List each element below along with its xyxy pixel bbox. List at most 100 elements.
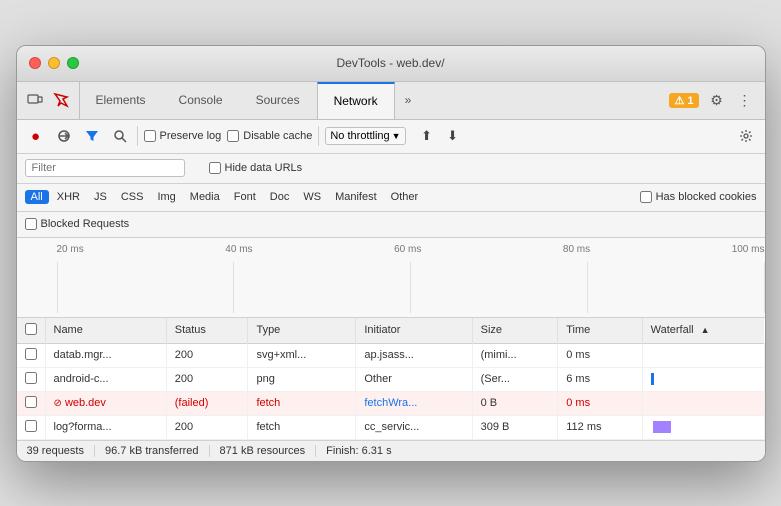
col-waterfall[interactable]: Waterfall ▲ bbox=[642, 318, 764, 344]
row-name: log?forma... bbox=[45, 415, 166, 439]
row-type: svg+xml... bbox=[248, 343, 356, 367]
disable-cache-input[interactable] bbox=[227, 130, 239, 142]
network-table: Name Status Type Initiator Size Time Wat… bbox=[17, 318, 765, 440]
close-button[interactable] bbox=[29, 57, 41, 69]
row-initiator: cc_servic... bbox=[356, 415, 472, 439]
window-title: DevTools - web.dev/ bbox=[336, 56, 444, 70]
row-checkbox bbox=[17, 343, 46, 367]
filter-css[interactable]: CSS bbox=[115, 190, 150, 204]
row-type: fetch bbox=[248, 415, 356, 439]
error-icon: ⊘ bbox=[54, 398, 62, 409]
network-settings-icon[interactable] bbox=[735, 125, 757, 147]
status-resources: 871 kB resources bbox=[210, 445, 317, 457]
minimize-button[interactable] bbox=[48, 57, 60, 69]
table-row[interactable]: datab.mgr... 200 svg+xml... ap.jsass... … bbox=[17, 343, 765, 367]
tab-sources[interactable]: Sources bbox=[240, 82, 317, 119]
row-time: 0 ms bbox=[558, 343, 642, 367]
warning-badge[interactable]: ⚠ 1 bbox=[669, 93, 698, 108]
tab-console[interactable]: Console bbox=[163, 82, 240, 119]
hide-data-urls-input[interactable] bbox=[209, 162, 221, 174]
disable-cache-checkbox[interactable]: Disable cache bbox=[227, 130, 312, 142]
status-finish: Finish: 6.31 s bbox=[316, 445, 401, 457]
tab-network[interactable]: Network bbox=[317, 82, 395, 119]
table-row[interactable]: ⊘ web.dev (failed) fetch fetchWra... 0 B… bbox=[17, 391, 765, 415]
waterfall-line-5 bbox=[764, 262, 765, 313]
tab-bar-right: ⚠ 1 ⚙ ⋮ bbox=[659, 82, 764, 119]
blocked-requests-input[interactable] bbox=[25, 218, 37, 230]
row-time: 112 ms bbox=[558, 415, 642, 439]
row-waterfall bbox=[642, 367, 764, 391]
filter-js[interactable]: JS bbox=[88, 190, 113, 204]
filter-manifest[interactable]: Manifest bbox=[329, 190, 383, 204]
row-size: (mimi... bbox=[472, 343, 558, 367]
traffic-lights bbox=[29, 57, 79, 69]
status-transferred: 96.7 kB transferred bbox=[95, 445, 210, 457]
throttle-select[interactable]: No throttling ▼ bbox=[325, 127, 405, 145]
waterfall-grid: 20 ms 40 ms 60 ms 80 ms 100 ms bbox=[57, 242, 765, 313]
type-filter-bar: All XHR JS CSS Img Media Font Doc WS Man… bbox=[17, 184, 765, 212]
col-size[interactable]: Size bbox=[472, 318, 558, 344]
filter-xhr[interactable]: XHR bbox=[51, 190, 86, 204]
has-blocked-cookies-checkbox[interactable]: Has blocked cookies bbox=[640, 191, 757, 203]
row-waterfall bbox=[642, 391, 764, 415]
preserve-log-input[interactable] bbox=[144, 130, 156, 142]
waterfall-line-4 bbox=[587, 262, 588, 313]
col-status[interactable]: Status bbox=[166, 318, 248, 344]
clear-button[interactable] bbox=[53, 125, 75, 147]
filter-bar: Hide data URLs bbox=[17, 154, 765, 184]
more-menu-icon[interactable]: ⋮ bbox=[735, 90, 755, 110]
table-row[interactable]: android-c... 200 png Other (Ser... 6 ms bbox=[17, 367, 765, 391]
row-type: fetch bbox=[248, 391, 356, 415]
filter-font[interactable]: Font bbox=[228, 190, 262, 204]
filter-icon[interactable] bbox=[81, 125, 103, 147]
col-name[interactable]: Name bbox=[45, 318, 166, 344]
search-icon[interactable] bbox=[109, 125, 131, 147]
filter-media[interactable]: Media bbox=[184, 190, 226, 204]
waterfall-label-60ms: 60 ms bbox=[394, 244, 421, 255]
filter-other[interactable]: Other bbox=[385, 190, 425, 204]
row-status: (failed) bbox=[166, 391, 248, 415]
col-time[interactable]: Time bbox=[558, 318, 642, 344]
filter-ws[interactable]: WS bbox=[297, 190, 327, 204]
row-name: datab.mgr... bbox=[45, 343, 166, 367]
filter-img[interactable]: Img bbox=[151, 190, 181, 204]
tabs: Elements Console Sources Network » bbox=[80, 82, 660, 119]
waterfall-label-100ms: 100 ms bbox=[732, 244, 765, 255]
title-bar: DevTools - web.dev/ bbox=[17, 46, 765, 82]
waterfall-label-80ms: 80 ms bbox=[563, 244, 590, 255]
upload-icon[interactable]: ⬆ bbox=[416, 125, 438, 147]
status-requests: 39 requests bbox=[27, 445, 95, 457]
col-type[interactable]: Type bbox=[248, 318, 356, 344]
record-button[interactable]: ● bbox=[25, 125, 47, 147]
tab-elements[interactable]: Elements bbox=[80, 82, 163, 119]
has-blocked-cookies-input[interactable] bbox=[640, 191, 652, 203]
row-initiator: Other bbox=[356, 367, 472, 391]
row-waterfall bbox=[642, 343, 764, 367]
filter-doc[interactable]: Doc bbox=[264, 190, 296, 204]
tab-more[interactable]: » bbox=[395, 82, 422, 119]
row-checkbox bbox=[17, 391, 46, 415]
download-icon[interactable]: ⬇ bbox=[442, 125, 464, 147]
col-initiator[interactable]: Initiator bbox=[356, 318, 472, 344]
settings-icon[interactable]: ⚙ bbox=[707, 90, 727, 110]
filter-all[interactable]: All bbox=[25, 190, 49, 204]
device-toolbar-icon[interactable] bbox=[25, 90, 45, 110]
row-name: android-c... bbox=[45, 367, 166, 391]
inspect-icon[interactable] bbox=[51, 90, 71, 110]
maximize-button[interactable] bbox=[67, 57, 79, 69]
filter-input[interactable] bbox=[25, 159, 185, 177]
status-bar: 39 requests 96.7 kB transferred 871 kB r… bbox=[17, 440, 765, 461]
row-time: 0 ms bbox=[558, 391, 642, 415]
hide-data-urls-checkbox[interactable]: Hide data URLs bbox=[209, 162, 303, 174]
preserve-log-checkbox[interactable]: Preserve log bbox=[144, 130, 222, 142]
requests-table: Name Status Type Initiator Size Time Wat… bbox=[17, 318, 765, 440]
row-initiator: ap.jsass... bbox=[356, 343, 472, 367]
row-name: ⊘ web.dev bbox=[45, 391, 166, 415]
blocked-requests-checkbox[interactable]: Blocked Requests bbox=[25, 218, 130, 230]
sort-arrow-icon: ▲ bbox=[701, 325, 710, 335]
row-time: 6 ms bbox=[558, 367, 642, 391]
row-checkbox bbox=[17, 415, 46, 439]
row-size: 0 B bbox=[472, 391, 558, 415]
table-row[interactable]: log?forma... 200 fetch cc_servic... 309 … bbox=[17, 415, 765, 439]
waterfall-timeline: 20 ms 40 ms 60 ms 80 ms 100 ms bbox=[17, 238, 765, 318]
